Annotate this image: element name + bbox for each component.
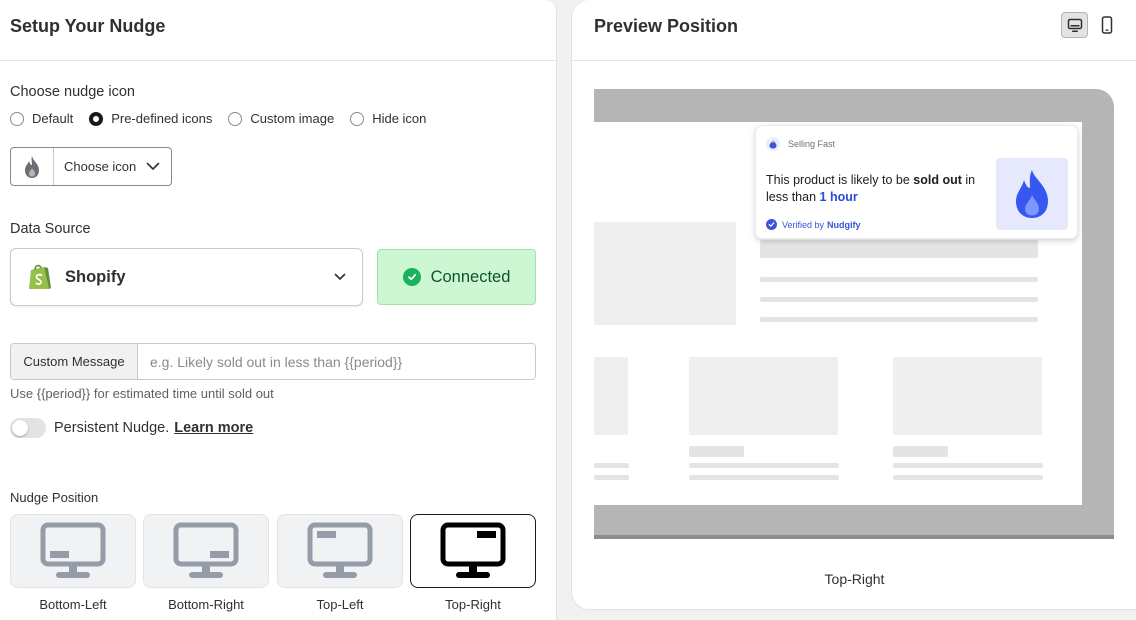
radio-custom-image[interactable]: Custom image	[228, 111, 334, 126]
placeholder-line	[594, 475, 629, 480]
preview-position-label: Top-Right	[824, 571, 885, 587]
radio-circle[interactable]	[10, 111, 24, 126]
position-bottom-left-label: Bottom-Left	[39, 597, 107, 612]
device-bezel-bottom	[594, 535, 1114, 539]
fire-icon	[766, 137, 780, 151]
flame-icon	[11, 148, 54, 185]
monitor-top-left-icon	[307, 522, 373, 578]
position-top-left-card[interactable]	[277, 514, 403, 588]
position-bottom-left-card[interactable]	[10, 514, 136, 588]
placeholder-product	[594, 357, 628, 435]
shopify-icon	[29, 264, 51, 289]
mobile-icon	[1101, 16, 1112, 34]
nudge-message: This product is likely to be sold out in…	[766, 173, 976, 204]
chevron-down-icon	[146, 162, 160, 170]
position-top-right-label: Top-Right	[445, 597, 501, 612]
radio-hide-icon[interactable]: Hide icon	[350, 111, 426, 126]
connected-status-badge: Connected	[377, 249, 536, 305]
desktop-view-button[interactable]	[1061, 12, 1088, 38]
divider	[0, 60, 557, 61]
custom-message-help: Use {{period}} for estimated time until …	[10, 386, 274, 401]
monitor-bottom-left-icon	[40, 522, 106, 578]
placeholder-line	[594, 463, 629, 468]
monitor-bottom-right-icon	[173, 522, 239, 578]
radio-circle[interactable]	[350, 111, 365, 126]
placeholder-product	[893, 357, 1042, 435]
icon-type-radio-group: Default Pre-defined icons Custom image H…	[10, 111, 442, 126]
divider	[572, 60, 1136, 61]
nudge-verified: Verified by Nudgify	[766, 219, 861, 230]
icon-picker-button[interactable]: Choose icon	[10, 147, 172, 186]
placeholder-product	[689, 357, 838, 435]
data-source-select[interactable]: Shopify	[10, 248, 363, 306]
learn-more-link[interactable]: Learn more	[174, 420, 253, 436]
custom-message-group: Custom Message	[10, 343, 536, 380]
placeholder-image	[594, 222, 736, 325]
placeholder-line	[689, 475, 839, 480]
flame-icon	[996, 158, 1068, 230]
desktop-icon	[1067, 18, 1082, 32]
position-top-right-card[interactable]	[410, 514, 536, 588]
placeholder-price	[689, 446, 744, 457]
radio-circle[interactable]	[228, 111, 243, 126]
persistent-nudge-toggle[interactable]	[10, 418, 46, 438]
position-bottom-right-label: Bottom-Right	[168, 597, 244, 612]
setup-title: Setup Your Nudge	[10, 16, 166, 36]
icon-section-label: Choose nudge icon	[10, 84, 135, 100]
preview-panel: Preview Position Selling Fast This produ…	[571, 0, 1136, 610]
data-source-value: Shopify	[65, 267, 126, 286]
placeholder-line	[760, 297, 1038, 302]
radio-predefined-icons[interactable]: Pre-defined icons	[89, 111, 212, 126]
setup-panel: Setup Your Nudge Choose nudge icon Defau…	[0, 0, 557, 620]
persistent-nudge-row: Persistent Nudge. Learn more	[10, 418, 253, 438]
placeholder-price	[893, 446, 948, 457]
radio-circle-selected[interactable]	[89, 111, 104, 126]
custom-message-input[interactable]	[138, 344, 535, 379]
placeholder-title	[760, 240, 1038, 258]
toggle-knob	[12, 420, 28, 436]
placeholder-line	[893, 463, 1043, 468]
position-top-left-label: Top-Left	[316, 597, 364, 612]
chevron-down-icon	[334, 273, 346, 280]
position-bottom-right-card[interactable]	[143, 514, 269, 588]
nudge-position-label: Nudge Position	[10, 490, 99, 505]
verified-check-icon	[766, 219, 777, 230]
persistent-nudge-label: Persistent Nudge.	[54, 420, 170, 436]
nudge-preview-popup: Selling Fast This product is likely to b…	[755, 125, 1078, 239]
placeholder-line	[689, 463, 839, 468]
placeholder-line	[760, 277, 1038, 282]
choose-icon-dropdown[interactable]: Choose icon	[54, 159, 171, 174]
monitor-top-right-icon	[440, 522, 506, 578]
custom-message-prefix: Custom Message	[11, 344, 138, 379]
mobile-view-button[interactable]	[1093, 12, 1120, 38]
check-circle-icon	[402, 268, 421, 286]
placeholder-line	[893, 475, 1043, 480]
placeholder-line	[760, 317, 1038, 322]
preview-title: Preview Position	[594, 16, 739, 36]
nudge-header: Selling Fast	[766, 137, 835, 151]
radio-default[interactable]: Default	[10, 111, 73, 126]
data-source-label: Data Source	[10, 221, 91, 237]
